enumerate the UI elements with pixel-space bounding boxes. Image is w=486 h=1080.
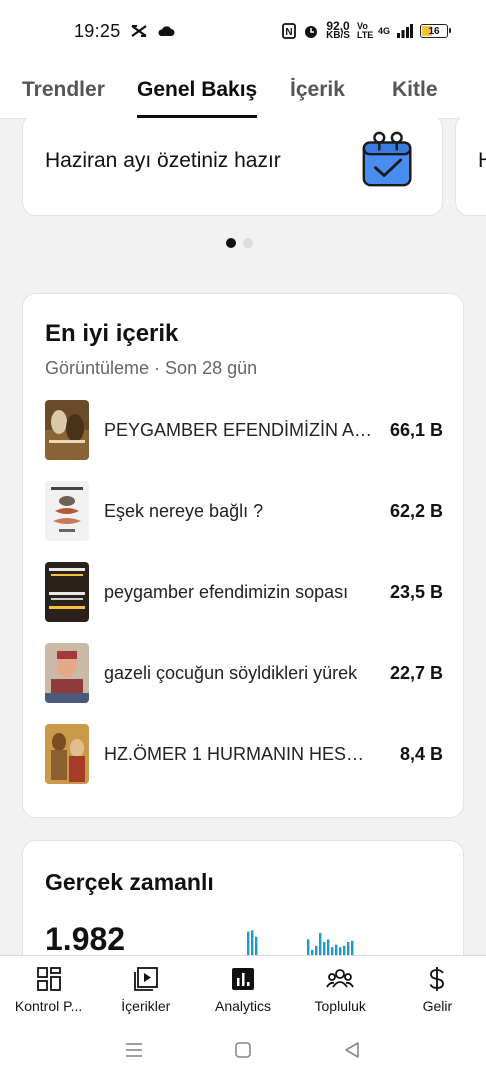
nav-label: Topluluk [314, 998, 366, 1014]
tab-trendler[interactable]: Trendler [22, 62, 105, 118]
nav-label: Kontrol P... [14, 998, 83, 1014]
analytics-icon [232, 968, 254, 990]
nfc-icon: N [282, 23, 296, 39]
tab-genel-bakis[interactable]: Genel Bakış [137, 62, 258, 118]
content-views: 23,5 B [389, 581, 443, 602]
video-thumbnail [45, 562, 89, 622]
cloud-icon [158, 26, 175, 36]
sparkline-bar [351, 940, 354, 955]
tab-icerik[interactable]: İçerik [290, 62, 345, 118]
overview-content[interactable]: Haziran ayı özetiniz hazır H En iyi içer… [0, 118, 486, 955]
home-icon[interactable] [232, 1039, 254, 1061]
video-thumbnail [45, 643, 89, 703]
back-icon[interactable] [341, 1039, 363, 1061]
volte-label: Vo LTE [356, 21, 374, 40]
bottom-navigation: Kontrol P... İçerikler Analytics Toplulu… [0, 955, 486, 1020]
sparkline-bar [339, 947, 342, 955]
top-content-card: En iyi içerik Görüntüleme · Son 28 gün P… [22, 293, 464, 818]
sparkline-bar [247, 931, 250, 955]
nav-icerikler[interactable]: İçerikler [97, 956, 194, 1020]
content-title: peygamber efendimizin sopası [104, 581, 349, 602]
realtime-sparkline [247, 930, 354, 955]
signal-label: 4G [377, 26, 390, 36]
content-title: gazeli çocuğun söyldikleri yürek [104, 662, 358, 683]
content-row[interactable]: gazeli çocuğun söyldikleri yürek 22,7 B [45, 643, 443, 703]
content-views: 66,1 B [389, 419, 443, 440]
network-speed: 92,0 KB/S [326, 19, 350, 41]
card-title: En iyi içerik [45, 320, 179, 347]
capcut-icon [130, 25, 147, 37]
nav-kontrol-paneli[interactable]: Kontrol P... [0, 956, 97, 1020]
battery-icon: 16 [420, 24, 451, 38]
menu-icon[interactable] [123, 1039, 145, 1061]
tab-kitle[interactable]: Kitle [392, 62, 438, 118]
content-title: PEYGAMBER EFENDİMİZİN ARKADAŞLARINA [104, 419, 374, 440]
realtime-title: Gerçek zamanlı [45, 869, 214, 895]
sparkline-bar [343, 945, 346, 955]
promo-text: Haziran ayı özetiniz hazır [45, 149, 281, 172]
video-library-icon [133, 967, 158, 991]
carousel-dot-2 [243, 238, 253, 248]
status-bar: 19:25 N 92,0 KB/S Vo LTE 4G 16 [0, 0, 486, 62]
monthly-summary-card[interactable]: Haziran ayı özetiniz hazır [22, 118, 443, 216]
content-row[interactable]: HZ.ÖMER 1 HURMANIN HESABI 8,4 B [45, 724, 443, 784]
sparkline-bar [335, 944, 338, 955]
content-views: 8,4 B [399, 743, 443, 764]
nav-label: İçerikler [121, 998, 171, 1014]
nav-label: Analytics [214, 998, 272, 1014]
sparkline-bar [327, 939, 330, 955]
svg-text:N: N [285, 27, 292, 38]
video-thumbnail [45, 400, 89, 460]
sparkline-bar [319, 932, 322, 955]
card-subtitle: Görüntüleme · Son 28 gün [45, 358, 258, 378]
sparkline-bar [255, 936, 258, 955]
nav-gelir[interactable]: Gelir [389, 956, 486, 1020]
video-thumbnail [45, 481, 89, 541]
sparkline-bar [251, 930, 254, 955]
sparkline-bar [307, 939, 310, 955]
carousel-dot-1 [226, 238, 236, 248]
realtime-card[interactable]: Gerçek zamanlı 1.982 [22, 840, 464, 955]
sparkline-bar [315, 945, 318, 955]
content-row[interactable]: Eşek nereye bağlı ? 62,2 B [45, 481, 443, 541]
dashboard-icon [36, 967, 61, 991]
content-views: 22,7 B [389, 662, 443, 683]
video-thumbnail [45, 724, 89, 784]
nav-topluluk[interactable]: Topluluk [292, 956, 389, 1020]
system-navigation [0, 1019, 486, 1080]
content-views: 62,2 B [389, 500, 443, 521]
realtime-views: 1.982 [45, 921, 126, 955]
content-title: HZ.ÖMER 1 HURMANIN HESABI [104, 743, 374, 764]
alarm-icon [305, 26, 318, 38]
tab-bar: Trendler Genel Bakış İçerik Kitle [0, 62, 486, 119]
content-row[interactable]: peygamber efendimizin sopası 23,5 B [45, 562, 443, 622]
dollar-icon [430, 967, 445, 991]
content-title: Eşek nereye bağlı ? [104, 500, 264, 521]
community-icon [326, 969, 354, 988]
status-time: 19:25 [74, 20, 121, 41]
nav-label: Gelir [422, 998, 453, 1014]
sparkline-bar [323, 942, 326, 955]
calendar-check-icon [362, 131, 412, 187]
sparkline-bar [347, 942, 350, 955]
nav-analytics[interactable]: Analytics [194, 956, 291, 1020]
signal-icon [397, 24, 413, 38]
content-row[interactable]: PEYGAMBER EFENDİMİZİN ARKADAŞLARINA 66,1… [45, 400, 443, 460]
next-summary-card[interactable]: H [455, 118, 486, 216]
carousel-indicator [226, 238, 253, 248]
sparkline-bar [331, 947, 334, 955]
